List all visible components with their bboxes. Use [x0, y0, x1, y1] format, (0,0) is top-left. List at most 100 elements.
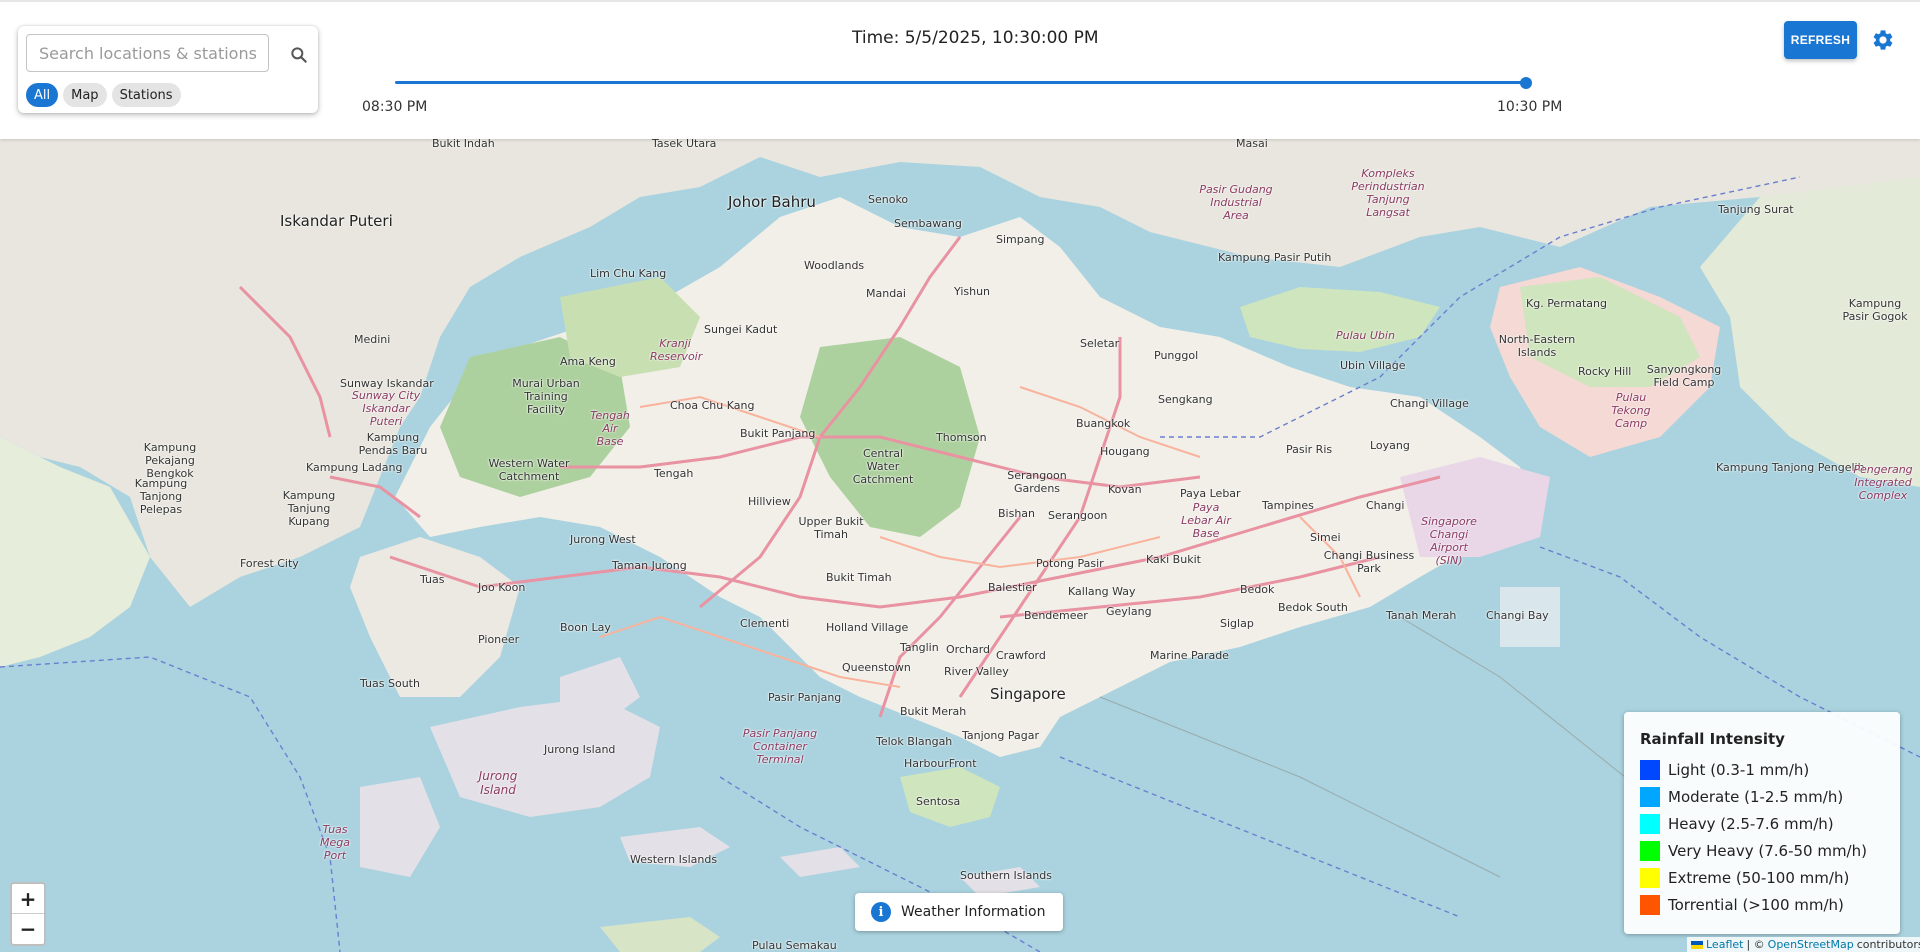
map-label-bukit-merah: Bukit Merah: [900, 705, 967, 718]
map-label-changi-airport: Singapore Changi Airport (SIN): [1421, 515, 1477, 567]
weather-information-button[interactable]: i Weather Information: [855, 893, 1063, 931]
map-label-seletar: Seletar: [1080, 337, 1120, 350]
map-label-tanglin: Tanglin: [900, 641, 939, 654]
map-label-kranji-reservoir: Kranji Reservoir: [650, 337, 703, 363]
map-label-siglap: Siglap: [1220, 617, 1254, 630]
gear-icon[interactable]: [1871, 28, 1895, 52]
map-label-sunway-city: Sunway City Iskandar Puteri: [351, 389, 421, 428]
map-label-jurong-island-small: Jurong Island: [544, 743, 616, 756]
map-label-river-valley: River Valley: [944, 665, 1009, 678]
map-label-balestier: Balestier: [988, 581, 1037, 594]
top-bar: All Map Stations Time: 5/5/2025, 10:30:0…: [0, 0, 1920, 139]
legend-label: Very Heavy (7.6-50 mm/h): [1668, 841, 1867, 860]
map-label-bukit-timah: Bukit Timah: [826, 571, 892, 584]
map-label-bedok-south: Bedok South: [1278, 601, 1348, 614]
weather-information-label: Weather Information: [901, 904, 1046, 920]
map-attribution: Leaflet | © OpenStreetMap contributors: [1687, 937, 1920, 952]
map-label-sungei-kadut: Sungei Kadut: [704, 323, 778, 336]
map-label-orchard: Orchard: [946, 643, 991, 656]
slider-thumb[interactable]: [1520, 77, 1532, 89]
filter-chip-stations[interactable]: Stations: [111, 83, 181, 107]
legend-label: Torrential (>100 mm/h): [1668, 895, 1844, 914]
map-label-western-islands: Western Islands: [630, 853, 718, 866]
map-label-serangoon-gardens: Serangoon Gardens: [1007, 469, 1067, 495]
filter-chip-map[interactable]: Map: [63, 83, 107, 107]
map-label-kampung-pasir-putih: Kampung Pasir Putih: [1218, 251, 1332, 264]
map-label-tanjong-pagar: Tanjong Pagar: [962, 729, 1039, 742]
map-label-changi: Changi: [1366, 499, 1405, 512]
map-label-rocky-hill: Rocky Hill: [1578, 365, 1632, 378]
refresh-button[interactable]: REFRESH: [1784, 21, 1857, 59]
map-label-central-water-catchment: Central Water Catchment: [852, 447, 914, 486]
leaflet-flag-icon: [1691, 940, 1703, 949]
legend-row: Very Heavy (7.6-50 mm/h): [1640, 837, 1884, 864]
map-label-hougang: Hougang: [1100, 445, 1150, 458]
map-label-simpang: Simpang: [996, 233, 1045, 246]
map-label-murai-training: Murai Urban Training Facility: [512, 377, 580, 416]
map-label-mandai: Mandai: [866, 287, 906, 300]
map-label-upper-bukit-timah: Upper Bukit Timah: [798, 515, 864, 541]
legend-swatch: [1640, 786, 1660, 807]
map-label-tuas: Tuas: [420, 573, 445, 586]
map-view[interactable]: Iskandar Puteri Johor Bahru Tasek Utara …: [0, 137, 1920, 952]
map-label-pengerang: Pengerang Integrated Complex: [1853, 463, 1913, 502]
current-time-label: Time: 5/5/2025, 10:30:00 PM: [852, 28, 1099, 48]
map-label-north-eastern-islands: North-Eastern Islands: [1498, 333, 1576, 359]
map-label-pioneer: Pioneer: [478, 633, 520, 646]
map-label-johor-bahru: Johor Bahru: [728, 193, 816, 211]
map-label-taman-jurong: Taman Jurong: [612, 559, 687, 572]
map-label-yishun: Yishun: [954, 285, 991, 298]
search-icon[interactable]: [286, 42, 312, 68]
zoom-in-button[interactable]: +: [12, 884, 44, 914]
map-label-clementi: Clementi: [740, 617, 790, 630]
map-label-holland-village: Holland Village: [826, 621, 909, 634]
map-label-telok-blangah: Telok Blangah: [876, 735, 953, 748]
time-slider[interactable]: [395, 77, 1532, 89]
map-label-paya-lebar: Paya Lebar: [1180, 487, 1241, 500]
map-label-queenstown: Queenstown: [842, 661, 911, 674]
map-label-pasir-panjang-terminal: Pasir Panjang Container Terminal: [742, 727, 818, 766]
map-label-punggol: Punggol: [1154, 349, 1199, 362]
rainfall-legend: Rainfall Intensity Light (0.3-1 mm/h) Mod…: [1624, 712, 1900, 934]
map-label-sanyongkong-field-camp: Sanyongkong Field Camp: [1646, 363, 1722, 389]
slider-end-label: 10:30 PM: [1497, 99, 1563, 115]
map-label-simei: Simei: [1310, 531, 1341, 544]
attribution-separator: | ©: [1746, 938, 1765, 951]
map-label-crawford: Crawford: [996, 649, 1046, 662]
map-label-woodlands: Woodlands: [804, 259, 865, 272]
filter-chip-all[interactable]: All: [26, 83, 59, 107]
slider-track[interactable]: [395, 81, 1525, 84]
openstreetmap-link[interactable]: OpenStreetMap: [1768, 938, 1854, 951]
map-label-tengah-air-base: Tengah Air Base: [590, 409, 630, 448]
map-label-iskandar-puteri: Iskandar Puteri: [280, 212, 393, 230]
map-label-medini: Medini: [354, 333, 391, 346]
map-label-tuas-mega-port: Tuas Mega Port: [320, 823, 350, 862]
map-label-jurong-west: Jurong West: [570, 533, 636, 546]
map-label-changi-village: Changi Village: [1390, 397, 1469, 410]
map-label-kampung-pendas-baru: Kampung Pendas Baru: [358, 431, 428, 457]
map-label-tuas-south: Tuas South: [360, 677, 420, 690]
map-label-sembawang: Sembawang: [894, 217, 962, 230]
slider-start-label: 08:30 PM: [362, 99, 428, 115]
legend-swatch: [1640, 840, 1660, 861]
search-input[interactable]: [26, 34, 269, 72]
zoom-out-button[interactable]: −: [12, 914, 44, 943]
map-label-kallang-way: Kallang Way: [1068, 585, 1136, 598]
leaflet-link[interactable]: Leaflet: [1706, 938, 1743, 951]
map-label-southern-islands: Southern Islands: [960, 869, 1052, 882]
legend-row: Moderate (1-2.5 mm/h): [1640, 783, 1884, 810]
map-label-lim-chu-kang: Lim Chu Kang: [590, 267, 667, 280]
map-label-joo-koon: Joo Koon: [478, 581, 526, 594]
map-label-paya-lebar-air-base: Paya Lebar Air Base: [1181, 501, 1231, 540]
map-label-boon-lay: Boon Lay: [560, 621, 611, 634]
info-icon: i: [871, 902, 891, 922]
map-label-kampung-tanjong-pelepas: Kampung Tanjong Pelepas: [134, 477, 188, 516]
map-label-tampines: Tampines: [1262, 499, 1314, 512]
legend-label: Light (0.3-1 mm/h): [1668, 760, 1810, 779]
map-label-serangoon: Serangoon: [1048, 509, 1108, 522]
legend-row: Light (0.3-1 mm/h): [1640, 756, 1884, 783]
map-label-pulau-tekong-camp: Pulau Tekong Camp: [1611, 391, 1651, 430]
map-label-pasir-panjang: Pasir Panjang: [768, 691, 842, 704]
search-panel: All Map Stations: [18, 26, 318, 113]
map-label-kaki-bukit: Kaki Bukit: [1146, 553, 1201, 566]
